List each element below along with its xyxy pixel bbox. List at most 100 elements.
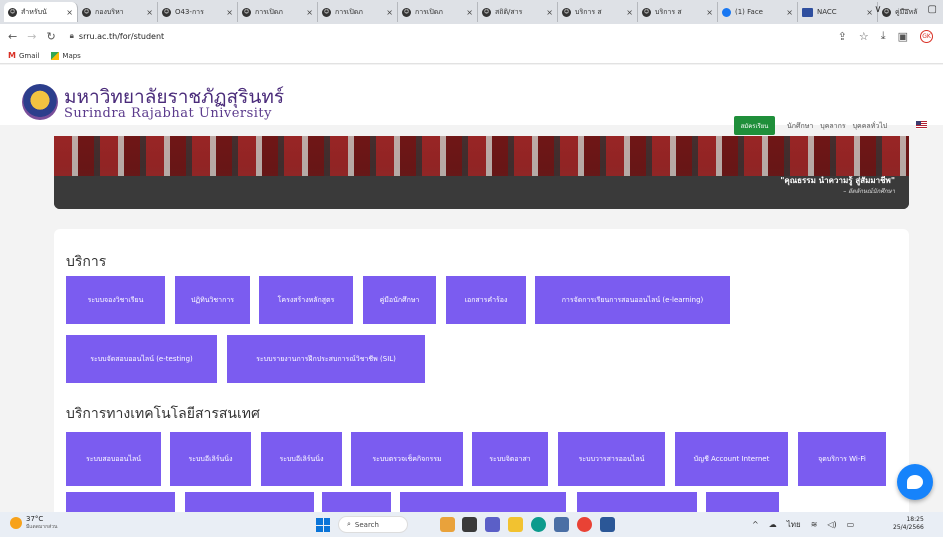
gmail-icon: M <box>8 51 16 60</box>
cloud-icon[interactable]: ☁ <box>769 520 777 529</box>
tab-title: NACC <box>817 8 837 16</box>
browser-tab[interactable]: ☺ O43-การ × <box>158 2 238 22</box>
edge-browser-icon[interactable] <box>531 517 546 532</box>
taskbar-search[interactable]: ⌕ Search <box>338 516 408 533</box>
browser-tab[interactable]: ☺ บริการ ส × <box>558 2 638 22</box>
service-e-learning[interactable]: การจัดการเรียนการสอนออนไลน์ (e-learning) <box>535 276 730 324</box>
reload-icon[interactable]: ↻ <box>46 30 55 43</box>
wifi-icon[interactable]: ≋ <box>811 520 818 529</box>
nav-public[interactable]: บุคคลทั่วไป <box>853 121 888 132</box>
close-icon[interactable]: × <box>546 8 553 17</box>
nav-students[interactable]: นักศึกษา <box>787 121 813 132</box>
word-app-icon[interactable] <box>600 517 615 532</box>
service-request-forms[interactable]: เอกสารคำร้อง <box>446 276 526 324</box>
english-flag-icon[interactable] <box>916 121 927 129</box>
it-service-online-journal[interactable]: ระบบวารสารออนไลน์ <box>558 432 665 486</box>
it-service-partial[interactable] <box>577 492 697 512</box>
task-view-icon[interactable] <box>462 517 477 532</box>
close-icon[interactable]: × <box>146 8 153 17</box>
close-icon[interactable]: × <box>306 8 313 17</box>
weather-widget[interactable]: 37°C มีแดดมากส่วน <box>10 515 57 531</box>
service-academic-calendar[interactable]: ปฏิทินวิชาการ <box>175 276 250 324</box>
clock-time: 18:25 <box>906 516 924 523</box>
close-icon[interactable]: × <box>66 8 73 17</box>
sidepanel-icon[interactable]: ▣ <box>898 30 908 43</box>
browser-tab[interactable]: ☺ สำหรับนั × <box>4 2 78 22</box>
service-course-registration[interactable]: ระบบจองวิชาเรียน <box>66 276 165 324</box>
close-icon[interactable]: × <box>466 8 473 17</box>
it-service-volunteer[interactable]: ระบบจิตอาสา <box>472 432 548 486</box>
chrome-browser-icon[interactable] <box>577 517 592 532</box>
smile-favicon-icon: ☺ <box>562 7 571 17</box>
store-app-icon[interactable] <box>554 517 569 532</box>
it-service-activity-check[interactable]: ระบบตรวจเช็คกิจกรรม <box>351 432 463 486</box>
widgets-app-icon[interactable] <box>440 517 455 532</box>
maximize-icon[interactable]: ▢ <box>928 4 937 15</box>
browser-tab[interactable]: NACC × <box>798 2 878 22</box>
it-service-wifi[interactable]: จุดบริการ Wi-Fi <box>798 432 886 486</box>
url-field[interactable]: 🔒︎ srru.ac.th/for/student <box>70 31 165 41</box>
browser-tab[interactable]: ☺ การเปิดภ × <box>318 2 398 22</box>
browser-tab-strip: ☺ สำหรับนั × ☺ กองบริหา × ☺ O43-การ × ☺ การเปิดภ × ☺… <box>0 0 943 24</box>
forward-arrow-icon[interactable]: → <box>27 30 36 43</box>
service-student-handbook[interactable]: คู่มือนักศึกษา <box>363 276 436 324</box>
tab-title: สถิติ/สาร <box>495 7 523 16</box>
url-text: srru.ac.th/for/student <box>78 31 165 41</box>
services-title: บริการ <box>66 254 107 270</box>
close-icon[interactable]: × <box>386 8 393 17</box>
bookmark-label: Maps <box>62 51 81 60</box>
teams-chat-icon[interactable] <box>485 517 500 532</box>
nacc-icon <box>802 7 813 17</box>
service-curriculum[interactable]: โครงสร้างหลักสูตร <box>259 276 353 324</box>
it-service-partial[interactable] <box>400 492 566 512</box>
search-label: Search <box>354 520 379 529</box>
close-icon[interactable]: × <box>706 8 713 17</box>
close-icon[interactable]: × <box>866 8 873 17</box>
university-name-english[interactable]: Surindra Rajabhat University <box>64 106 272 121</box>
header-nav: นักศึกษา บุคลากร บุคคลทั่วไป <box>787 121 887 132</box>
nav-staff[interactable]: บุคลากร <box>820 121 845 132</box>
minimize-tabsearch-icon[interactable]: ∨ <box>874 4 881 15</box>
smile-favicon-icon: ☺ <box>162 7 171 17</box>
windows-start-icon[interactable] <box>316 518 330 532</box>
tab-title: O43-การ <box>175 7 204 16</box>
close-icon[interactable]: × <box>786 8 793 17</box>
star-icon[interactable]: ☆ <box>859 30 869 43</box>
browser-tab[interactable]: ☺ การเปิดภ × <box>398 2 478 22</box>
taskbar-clock[interactable]: 18:25 25/4/2566 <box>893 516 924 532</box>
it-service-e-learning-1[interactable]: ระบบอีเลิร์นนิ่ง <box>170 432 251 486</box>
close-icon[interactable]: × <box>626 8 633 17</box>
it-service-e-learning-2[interactable]: ระบบอีเลิร์นนิ่ง <box>261 432 342 486</box>
input-language[interactable]: ไทย <box>787 518 801 531</box>
it-service-partial[interactable] <box>322 492 391 512</box>
close-icon[interactable]: × <box>226 8 233 17</box>
file-explorer-icon[interactable] <box>508 517 523 532</box>
it-service-partial[interactable] <box>706 492 779 512</box>
volume-icon[interactable]: ◁) <box>827 520 836 529</box>
battery-icon[interactable]: ▭ <box>847 520 855 529</box>
bookmark-gmail[interactable]: M Gmail <box>8 51 39 60</box>
service-sil-report[interactable]: ระบบรายงานการฝึกประสบการณ์วิชาชีพ (SIL) <box>227 335 425 383</box>
chevron-up-icon[interactable]: ^ <box>752 520 759 529</box>
browser-tab[interactable]: ☺ บริการ ส × <box>638 2 718 22</box>
browser-tab[interactable]: ☺ กองบริหา × <box>78 2 158 22</box>
temperature: 37°C <box>26 515 44 523</box>
messenger-chat-button[interactable] <box>897 464 933 500</box>
browser-tab[interactable]: (1) Face × <box>718 2 798 22</box>
service-e-testing[interactable]: ระบบจัดสอบออนไลน์ (e-testing) <box>66 335 217 383</box>
it-service-internet-account[interactable]: บัญชี Account Internet <box>675 432 788 486</box>
minimize-icon[interactable]: — <box>900 4 910 15</box>
browser-tab[interactable]: ☺ สถิติ/สาร × <box>478 2 558 22</box>
university-logo[interactable] <box>22 84 58 120</box>
download-icon[interactable]: ⤓ <box>881 29 886 43</box>
back-arrow-icon[interactable]: ← <box>8 30 17 43</box>
it-service-online-exam[interactable]: ระบบสอบออนไลน์ <box>66 432 161 486</box>
profile-avatar[interactable]: GK <box>920 29 933 43</box>
browser-tab[interactable]: ☺ การเปิดภ × <box>238 2 318 22</box>
apply-button[interactable]: สมัครเรียน <box>734 116 775 135</box>
share-icon[interactable]: ⇪ <box>838 30 847 43</box>
it-service-partial[interactable] <box>185 492 314 512</box>
facebook-icon <box>722 7 731 17</box>
bookmark-maps[interactable]: Maps <box>51 51 81 60</box>
it-service-partial[interactable] <box>66 492 175 512</box>
